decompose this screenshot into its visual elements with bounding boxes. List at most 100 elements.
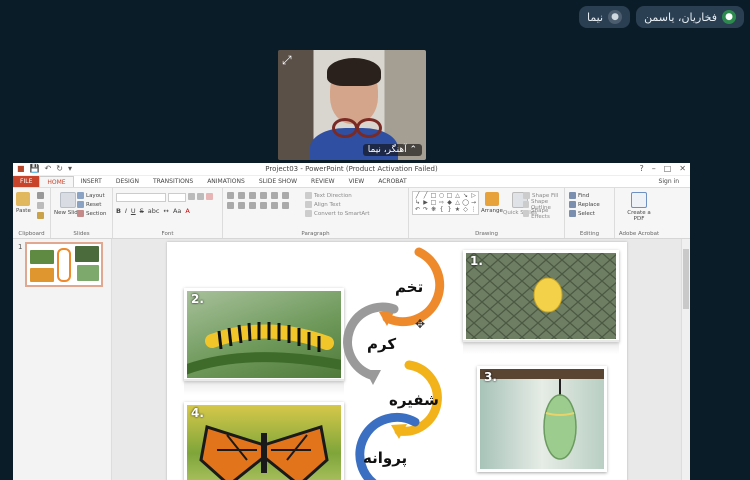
- video-tile[interactable]: ⤢ آهنگر، نیما ⌃: [278, 50, 426, 160]
- create-pdf-button[interactable]: Create a PDF: [623, 190, 655, 222]
- chrysalis-image: [480, 369, 604, 460]
- glasses-left: [332, 118, 358, 138]
- egg-image: [466, 253, 616, 339]
- photo-number: 2.: [191, 292, 204, 306]
- help-icon[interactable]: ?: [639, 164, 643, 173]
- slide-editing-area[interactable]: 2. 4. 1. 3. تخم کرم شفیره پروانه ✥: [112, 239, 682, 480]
- caterpillar-photo[interactable]: 2.: [184, 288, 344, 381]
- create-pdf-icon: [631, 192, 647, 208]
- paragraph-group: Text Direction Align Text Convert to Sma…: [223, 188, 409, 238]
- grow-font-icon[interactable]: [188, 193, 195, 200]
- scrollbar-thumb[interactable]: [683, 249, 689, 309]
- change-case-icon[interactable]: Aa: [173, 207, 181, 215]
- powerpoint-window: ■ 💾 ↶ ↻ ▾ Project03 - PowerPoint (Produc…: [13, 163, 690, 480]
- find-button[interactable]: Find: [569, 191, 600, 200]
- smartart-icon: [305, 210, 312, 217]
- increase-indent-icon[interactable]: [260, 192, 267, 199]
- arrange-icon: [484, 192, 499, 206]
- numbering-icon[interactable]: [238, 192, 245, 199]
- shape-effects-button[interactable]: Shape Effects: [523, 208, 564, 220]
- photo-reflection: [184, 379, 344, 395]
- ribbon-tabs: FILE HOME INSERT DESIGN TRANSITIONS ANIM…: [13, 176, 690, 188]
- minimize-icon[interactable]: –: [652, 164, 656, 173]
- tab-slide-show[interactable]: SLIDE SHOW: [252, 176, 304, 187]
- bullets-icon[interactable]: [227, 192, 234, 199]
- shapes-gallery[interactable]: ╱ ╱ □ ○ □ △ ↘ ▷ ↳ ▶ □ ⇨ ◆ △ ◯ → ↶ ↷ ❋{} ★ ◇ ⋮: [412, 191, 479, 215]
- window-title: Project03 - PowerPoint (Product Activati…: [265, 165, 438, 173]
- align-left-icon[interactable]: [227, 202, 234, 209]
- arrange-button[interactable]: Arrange: [481, 190, 503, 214]
- tab-animations[interactable]: ANIMATIONS: [200, 176, 252, 187]
- smartart-button[interactable]: Convert to SmartArt: [305, 209, 370, 218]
- copy-icon[interactable]: [37, 202, 44, 209]
- participant-pill-1[interactable]: نیما ●: [578, 6, 631, 28]
- align-text-button[interactable]: Align Text: [305, 200, 370, 209]
- photo-number: 4.: [191, 406, 204, 420]
- adobe-group: Create a PDF Adobe Acrobat: [615, 188, 663, 238]
- participant-pill-2[interactable]: فخاریان، یاسمن ●: [636, 6, 744, 28]
- strikethrough-button[interactable]: S: [140, 207, 144, 215]
- format-painter-icon[interactable]: [37, 212, 44, 219]
- cut-icon[interactable]: [37, 192, 44, 199]
- shrink-font-icon[interactable]: [197, 193, 204, 200]
- reset-button[interactable]: Reset: [77, 200, 106, 209]
- replace-button[interactable]: Replace: [569, 200, 600, 209]
- decrease-indent-icon[interactable]: [249, 192, 256, 199]
- maximize-icon[interactable]: □: [664, 164, 672, 173]
- sign-in-link[interactable]: Sign in: [652, 178, 686, 185]
- tab-design[interactable]: DESIGN: [109, 176, 146, 187]
- layout-button[interactable]: Layout: [77, 191, 106, 200]
- move-cursor-icon: ✥: [415, 317, 426, 331]
- chrysalis-photo[interactable]: 3.: [477, 366, 607, 472]
- vertical-scrollbar[interactable]: [681, 239, 690, 480]
- tab-insert[interactable]: INSERT: [74, 176, 109, 187]
- align-center-icon[interactable]: [238, 202, 245, 209]
- paste-icon: [16, 192, 31, 206]
- font-name-input[interactable]: [116, 193, 166, 202]
- paragraph-label: Paragraph: [301, 231, 330, 237]
- tab-file[interactable]: FILE: [13, 176, 40, 187]
- section-button[interactable]: Section: [77, 209, 106, 218]
- new-slide-icon: [59, 192, 76, 208]
- ribbon: Paste Clipboard New Slide Layout Reset S…: [13, 188, 690, 239]
- justify-icon[interactable]: [260, 202, 267, 209]
- egg-photo[interactable]: 1.: [463, 250, 619, 342]
- line-spacing-icon[interactable]: [271, 192, 278, 199]
- ltr-icon[interactable]: [282, 202, 289, 209]
- text-direction-button[interactable]: Text Direction: [305, 191, 370, 200]
- paste-button[interactable]: Paste: [16, 190, 31, 214]
- bold-button[interactable]: B: [116, 207, 121, 215]
- select-button[interactable]: Select: [569, 209, 600, 218]
- slide-canvas[interactable]: 2. 4. 1. 3. تخم کرم شفیره پروانه ✥: [167, 242, 627, 480]
- close-icon[interactable]: ✕: [679, 164, 686, 173]
- char-spacing-icon[interactable]: ↔: [163, 207, 168, 215]
- font-color-icon[interactable]: A: [185, 207, 189, 215]
- clear-format-icon[interactable]: [206, 193, 213, 200]
- font-size-input[interactable]: [168, 193, 186, 202]
- tab-review[interactable]: REVIEW: [304, 176, 342, 187]
- participant-bar: نیما ● فخاریان، یاسمن ●: [578, 6, 744, 28]
- rtl-icon[interactable]: [271, 202, 278, 209]
- clipboard-group: Paste Clipboard: [13, 188, 51, 238]
- title-bar: ■ 💾 ↶ ↻ ▾ Project03 - PowerPoint (Produc…: [13, 163, 690, 176]
- shadow-button[interactable]: abc: [148, 207, 160, 215]
- underline-button[interactable]: U: [131, 207, 136, 215]
- photo-reflection: [463, 340, 619, 354]
- tab-home[interactable]: HOME: [39, 176, 74, 187]
- shape-outline-icon: [523, 201, 529, 208]
- replace-icon: [569, 201, 576, 208]
- align-right-icon[interactable]: [249, 202, 256, 209]
- align-text-icon: [305, 201, 312, 208]
- italic-button[interactable]: I: [125, 207, 127, 215]
- tab-acrobat[interactable]: ACROBAT: [371, 176, 414, 187]
- thumbnail-number: 1: [18, 243, 23, 251]
- tab-transitions[interactable]: TRANSITIONS: [146, 176, 200, 187]
- slides-group: New Slide Layout Reset Section Slides: [51, 188, 113, 238]
- clipboard-label: Clipboard: [18, 231, 45, 237]
- tab-view[interactable]: VIEW: [342, 176, 372, 187]
- columns-icon[interactable]: [282, 192, 289, 199]
- slide-thumbnail-1[interactable]: [25, 242, 103, 287]
- butterfly-photo[interactable]: 4.: [184, 402, 344, 480]
- slides-label: Slides: [73, 231, 90, 237]
- expand-icon[interactable]: ⤢: [282, 53, 292, 68]
